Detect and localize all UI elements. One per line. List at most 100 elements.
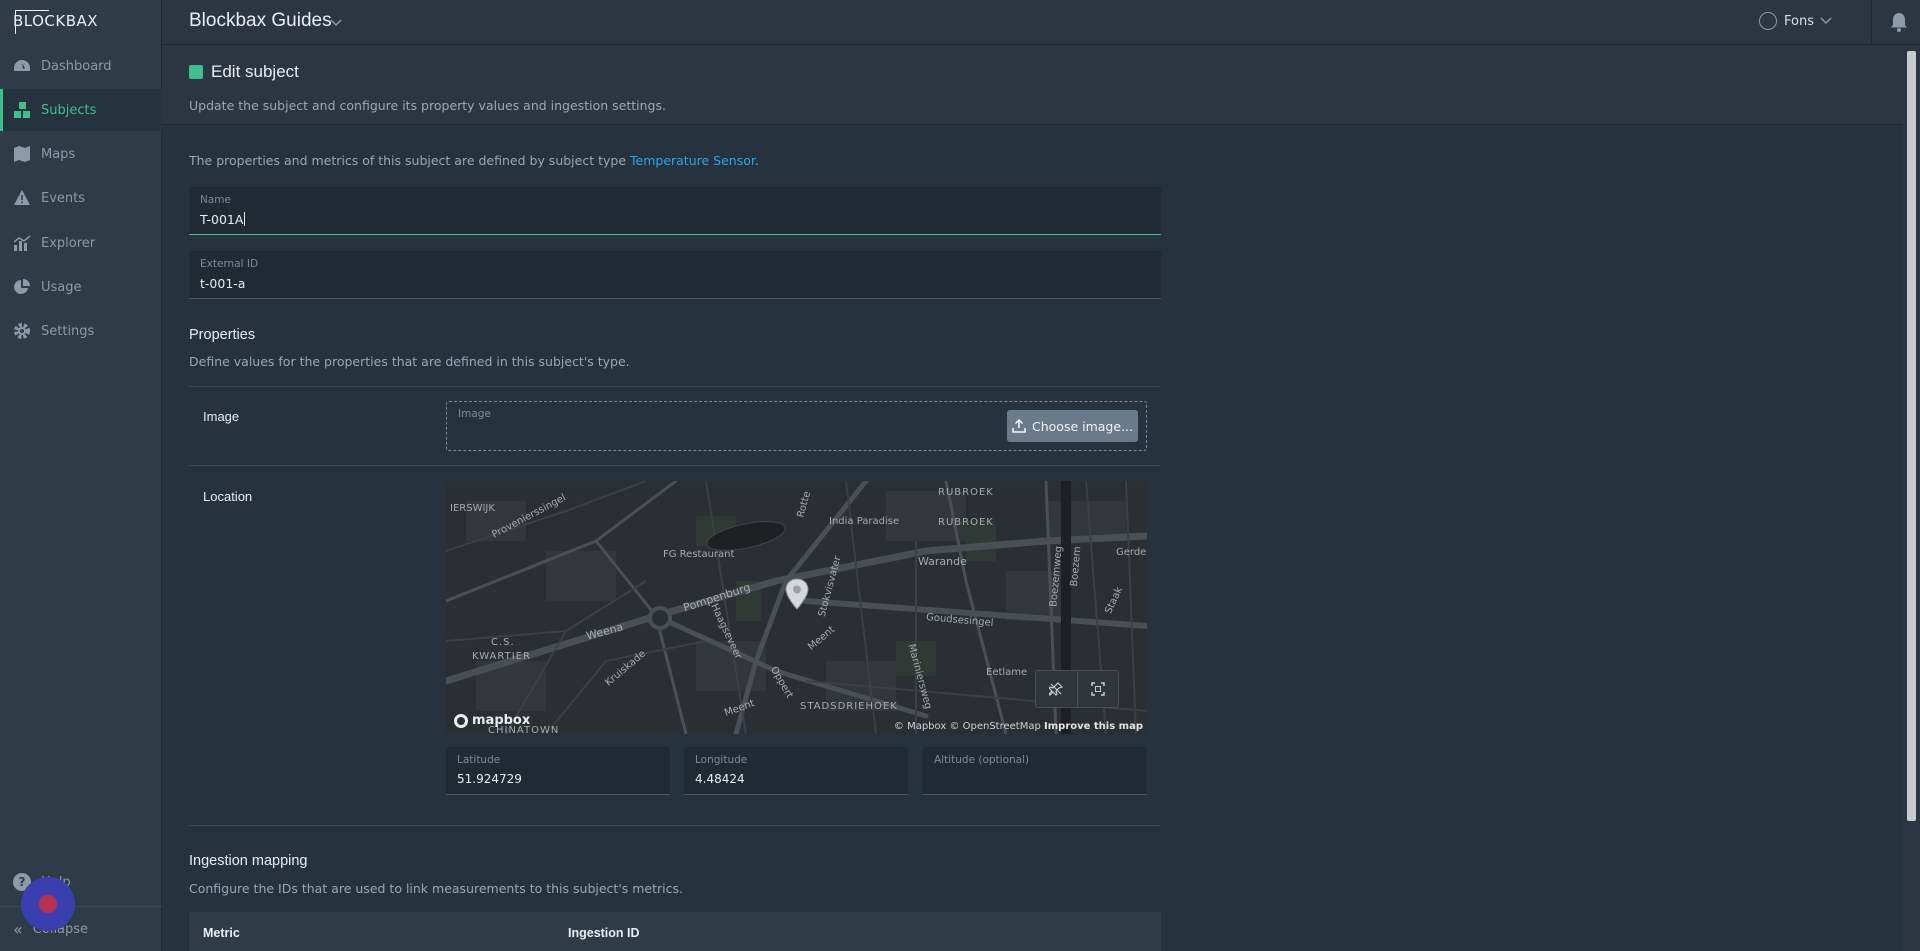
page-scrollbar[interactable] <box>1903 45 1920 951</box>
image-upload-field[interactable]: Image Choose image... <box>446 401 1147 451</box>
sidebar-item-subjects[interactable]: Subjects <box>0 89 162 131</box>
sidebar: BLOCKBAX Dashboard Subjects Maps Events … <box>0 0 162 951</box>
map-label: KWARTIER <box>472 651 531 662</box>
sidebar-item-label: Events <box>41 190 86 206</box>
map-label: C.S. <box>491 637 515 648</box>
sidebar-item-label: Usage <box>41 279 82 295</box>
warning-icon <box>13 189 31 207</box>
subject-type-link[interactable]: Temperature Sensor <box>630 153 755 168</box>
external-id-input[interactable]: t-001-a <box>200 276 245 291</box>
map-icon <box>13 145 31 163</box>
text-caret <box>244 212 246 226</box>
sidebar-item-label: Dashboard <box>41 58 112 74</box>
column-header-metric: Metric <box>203 926 240 940</box>
chevron-down-icon <box>1820 14 1832 29</box>
user-menu[interactable]: Fons <box>1759 12 1832 30</box>
properties-description: Define values for the properties that ar… <box>189 354 630 369</box>
mapbox-logo[interactable]: mapbox <box>454 713 530 728</box>
name-value: T-001A <box>200 212 244 227</box>
external-id-field[interactable]: External ID t-001-a <box>189 251 1161 299</box>
sidebar-item-label: Explorer <box>41 235 96 251</box>
chevron-down-icon[interactable] <box>330 16 342 31</box>
divider <box>189 386 1161 387</box>
latitude-input[interactable]: 51.924729 <box>457 772 522 786</box>
ingestion-title: Ingestion mapping <box>189 853 308 869</box>
subject-type-note: The properties and metrics of this subje… <box>189 153 759 168</box>
note-suffix: . <box>754 153 759 168</box>
location-map[interactable]: IERSWIJK Provenierssingel RUBROEK RUBROE… <box>446 481 1147 734</box>
subject-cube-icon <box>189 65 203 79</box>
latitude-field[interactable]: Latitude 51.924729 <box>446 747 670 795</box>
logo-text: BLOCKBAX <box>13 12 99 30</box>
divider <box>189 825 1161 826</box>
map-label: RUBROEK <box>938 517 994 528</box>
latitude-label: Latitude <box>457 754 501 766</box>
pin-off-icon <box>1049 682 1064 696</box>
ingestion-description: Configure the IDs that are used to link … <box>189 881 683 896</box>
map-label: India Paradise <box>829 516 900 527</box>
attribution-osm[interactable]: © OpenStreetMap <box>949 721 1040 732</box>
choose-image-label: Choose image... <box>1032 418 1133 434</box>
longitude-input[interactable]: 4.48424 <box>695 772 745 786</box>
map-label: Eetlame <box>986 667 1028 678</box>
map-label: Gerdes <box>1116 547 1147 558</box>
improve-map-link[interactable]: Improve this map <box>1044 721 1143 732</box>
blockbax-logo[interactable]: BLOCKBAX <box>13 10 98 36</box>
longitude-label: Longitude <box>695 754 748 766</box>
upload-icon <box>1012 419 1026 433</box>
sidebar-item-events[interactable]: Events <box>0 177 162 219</box>
longitude-field[interactable]: Longitude 4.48424 <box>684 747 908 795</box>
map-toolbar <box>1035 670 1119 708</box>
page-subtitle: Update the subject and configure its pro… <box>189 98 666 113</box>
map-label: IERSWIJK <box>450 503 495 514</box>
external-id-label: External ID <box>200 258 259 270</box>
attribution-mapbox[interactable]: © Mapbox <box>894 721 946 732</box>
ingestion-table-header: Metric Ingestion ID <box>189 912 1161 951</box>
sidebar-item-explorer[interactable]: Explorer <box>0 222 162 264</box>
sidebar-item-label: Maps <box>41 146 76 162</box>
clear-location-button[interactable] <box>1036 671 1077 707</box>
name-field[interactable]: Name T-001A <box>189 187 1161 235</box>
divider <box>189 465 1161 466</box>
sidebar-item-maps[interactable]: Maps <box>0 133 162 175</box>
location-property-label: Location <box>203 489 253 504</box>
name-input[interactable]: T-001A <box>200 212 246 227</box>
column-header-ingestion-id: Ingestion ID <box>568 926 640 940</box>
sidebar-item-dashboard[interactable]: Dashboard <box>0 45 162 87</box>
fullscreen-icon <box>1091 682 1105 696</box>
note-text: The properties and metrics of this subje… <box>189 153 630 168</box>
bell-icon[interactable] <box>1890 12 1908 36</box>
name-label: Name <box>200 194 231 206</box>
map-label: RUBROEK <box>938 487 994 498</box>
double-chevron-left-icon: « <box>13 919 23 939</box>
altitude-label: Altitude (optional) <box>934 754 1030 766</box>
sidebar-item-label: Settings <box>41 323 95 339</box>
location-pin-icon[interactable] <box>784 578 810 614</box>
map-label: FG Restaurant <box>663 549 735 560</box>
altitude-field[interactable]: Altitude (optional) <box>923 747 1147 795</box>
map-label: Warande <box>918 555 967 568</box>
pie-icon <box>13 278 31 296</box>
image-property-label: Image <box>203 409 240 424</box>
mapbox-logo-icon <box>454 713 468 728</box>
page-title-text: Edit subject <box>211 62 299 81</box>
sidebar-item-label: Subjects <box>41 102 97 118</box>
user-avatar-icon <box>1759 12 1778 30</box>
blocks-icon <box>13 101 31 119</box>
organization-switcher[interactable]: Blockbax Guides <box>189 10 332 32</box>
scrollbar-thumb[interactable] <box>1907 51 1916 821</box>
sidebar-item-usage[interactable]: Usage <box>0 266 162 308</box>
chat-widget-icon <box>39 895 57 913</box>
gear-icon <box>13 322 31 340</box>
gauge-icon <box>13 57 31 75</box>
chat-widget-button[interactable] <box>21 877 75 931</box>
fit-map-button[interactable] <box>1076 671 1118 707</box>
chart-icon <box>13 234 31 252</box>
sidebar-item-settings[interactable]: Settings <box>0 310 162 352</box>
page-header: Edit subject Update the subject and conf… <box>162 45 1903 125</box>
choose-image-button[interactable]: Choose image... <box>1007 410 1138 442</box>
user-name: Fons <box>1784 13 1814 29</box>
map-label: STADSDRIEHOEK <box>800 701 898 712</box>
divider <box>1871 0 1872 45</box>
image-field-label: Image <box>458 408 491 420</box>
